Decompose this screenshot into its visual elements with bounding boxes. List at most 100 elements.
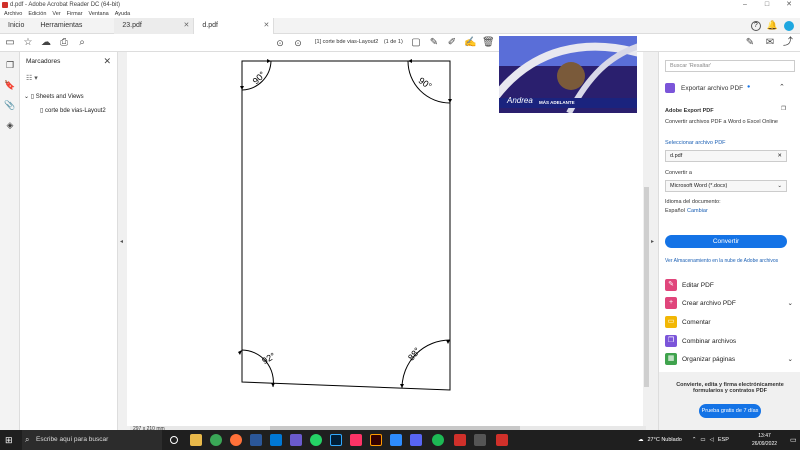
file-explorer-icon[interactable] (190, 434, 202, 446)
sign-icon[interactable]: ✍ (464, 37, 476, 49)
collapse-right-icon[interactable]: ▸ (651, 238, 654, 245)
change-language-link[interactable]: Cambiar (687, 208, 708, 214)
vertical-scrollbar[interactable] (643, 52, 650, 426)
volume-icon[interactable]: ◁ (710, 437, 714, 443)
cloud-storage-link[interactable]: Ver Almacenamiento en la nube de Adobe a… (665, 258, 778, 264)
video-overlay[interactable]: Andrea MÁS ADELANTE (499, 36, 637, 113)
discord-icon[interactable] (410, 434, 422, 446)
network-icon[interactable]: ▭ (700, 437, 705, 443)
close-icon[interactable]: ✕ (183, 18, 189, 34)
taskbar-search-input[interactable]: ⌕ Escribe aquí para buscar (22, 430, 162, 450)
tools-search-input[interactable]: Buscar 'Resaltar' (665, 60, 795, 72)
export-title[interactable]: Exportar archivo PDF (681, 85, 743, 92)
copy-icon[interactable]: ❐ (781, 106, 786, 112)
promo-text: Convierte, edita y firma electrónicament… (676, 382, 784, 394)
print-icon[interactable]: ⎙ (58, 37, 70, 49)
edit-pdf-icon: ✎ (665, 279, 677, 291)
bookmarks-title: Marcadores (26, 58, 61, 65)
zoom-icon[interactable] (390, 434, 402, 446)
prev-page-icon[interactable]: ⊙ (274, 37, 286, 49)
highlight-icon[interactable]: ✐ (446, 37, 458, 49)
language-label: Idioma del documento: (665, 199, 721, 205)
sign-edit-icon[interactable]: ✎ (744, 37, 756, 49)
word-icon[interactable] (250, 434, 262, 446)
maximize-button[interactable]: □ (756, 0, 778, 10)
weather-text[interactable]: 27°C Nublado (648, 437, 682, 443)
autocad-icon[interactable] (454, 434, 466, 446)
chrome-icon[interactable] (210, 434, 222, 446)
tool-comment[interactable]: ▭ Comentar (665, 315, 793, 329)
page-count: (1 de 1) (383, 39, 403, 45)
select-file-label[interactable]: Seleccionar archivo PDF (665, 140, 726, 146)
convert-to-select[interactable]: Microsoft Word (*.docx) ⌄ (665, 180, 787, 192)
tab-tools[interactable]: Herramientas (32, 18, 90, 34)
avatar[interactable] (784, 20, 794, 31)
organize-icon: ▦ (665, 353, 677, 365)
edge-icon[interactable] (270, 434, 282, 446)
next-page-icon[interactable]: ⊙ (292, 37, 304, 49)
language-indicator[interactable]: ESP (718, 437, 729, 443)
tool-organize[interactable]: ▦ Organizar páginas ⌄ (665, 352, 793, 366)
minimize-button[interactable]: – (734, 0, 756, 10)
close-icon[interactable]: ✕ (263, 18, 269, 34)
tool-combine[interactable]: ❐ Combinar archivos (665, 334, 793, 348)
acrobat-icon[interactable] (496, 434, 508, 446)
tab-home[interactable]: Inicio (0, 18, 32, 34)
tab-doc-23[interactable]: 23.pdf ✕ (114, 17, 195, 34)
selected-file-field[interactable]: d.pdf ✕ (665, 150, 787, 162)
menu-ventana[interactable]: Ventana (89, 10, 109, 18)
tool-create-pdf[interactable]: + Crear archivo PDF ⌄ (665, 296, 793, 310)
angle-label-top-left: 90° (251, 69, 268, 86)
store-icon[interactable] (290, 434, 302, 446)
video-caption: MÁS ADELANTE (539, 100, 575, 105)
indesign-icon[interactable] (350, 434, 362, 446)
firefox-icon[interactable] (230, 434, 242, 446)
star-icon[interactable]: ☆ (22, 37, 34, 49)
chevron-down-icon[interactable]: ⌄ (788, 299, 793, 307)
bookmark-item-child[interactable]: ▯ corte bde vias-Layout2 (40, 107, 106, 114)
help-icon[interactable]: ? (750, 20, 761, 31)
photoshop-icon[interactable] (330, 434, 342, 446)
attachment-icon[interactable]: 📎 (4, 100, 16, 112)
collapse-left-icon[interactable]: ◂ (120, 238, 123, 245)
save-icon[interactable]: ▭ (4, 37, 16, 49)
bookmark-icon: ▯ (40, 108, 44, 114)
layers-icon[interactable]: ◈ (4, 120, 16, 132)
pages-icon[interactable]: ❐ (4, 60, 16, 72)
tab-doc-d[interactable]: d.pdf ✕ (194, 17, 275, 34)
close-icon[interactable]: ✕ (103, 56, 111, 67)
task-view-icon[interactable] (170, 436, 178, 444)
chevron-down-icon[interactable]: ⌄ (24, 94, 29, 100)
spotify-icon[interactable] (432, 434, 444, 446)
info-icon[interactable]: ● (747, 84, 750, 90)
notification-icon[interactable]: ▭ (790, 436, 797, 444)
close-icon[interactable]: ✕ (777, 151, 782, 161)
page-indicator[interactable]: [1] corte bde vias-Layout2 (1 de 1) (315, 39, 403, 45)
windows-start-icon[interactable]: ⊞ (5, 435, 15, 445)
share-icon[interactable]: ⤴ (782, 37, 794, 49)
illustrator-icon[interactable] (370, 434, 382, 446)
zoom-search-icon[interactable]: ⌕ (76, 37, 88, 49)
options-icon[interactable]: ☷ ▾ (26, 74, 38, 82)
bell-icon[interactable]: 🔔 (767, 20, 778, 31)
app-icon[interactable] (474, 434, 486, 446)
free-trial-button[interactable]: Prueba gratis de 7 días (699, 404, 761, 418)
bookmark-icon[interactable]: 🔖 (4, 80, 16, 92)
clock[interactable]: 13:47 26/09/2022 (752, 432, 777, 448)
scroll-thumb[interactable] (644, 187, 649, 387)
comment-icon[interactable]: ▢ (410, 37, 422, 49)
bookmark-item-root[interactable]: ⌄ ▯ Sheets and Views (24, 93, 84, 100)
page-label: [1] corte bde vias-Layout2 (315, 39, 379, 45)
whatsapp-icon[interactable] (310, 434, 322, 446)
tool-edit-pdf[interactable]: ✎ Editar PDF (665, 278, 793, 292)
chevron-up-icon[interactable]: ⌃ (779, 83, 785, 91)
mail-icon[interactable]: ✉ (764, 37, 776, 49)
trash-icon[interactable]: 🗑 (482, 37, 495, 49)
upload-icon[interactable]: ☁ (40, 37, 52, 49)
pen-icon[interactable]: ✎ (428, 37, 440, 49)
close-window-button[interactable]: ✕ (778, 0, 800, 10)
tray-chevron-icon[interactable]: ⌃ (692, 437, 697, 443)
weather-icon[interactable]: ☁ (638, 437, 644, 443)
convert-button[interactable]: Convertir (665, 235, 787, 248)
chevron-down-icon[interactable]: ⌄ (788, 355, 793, 363)
